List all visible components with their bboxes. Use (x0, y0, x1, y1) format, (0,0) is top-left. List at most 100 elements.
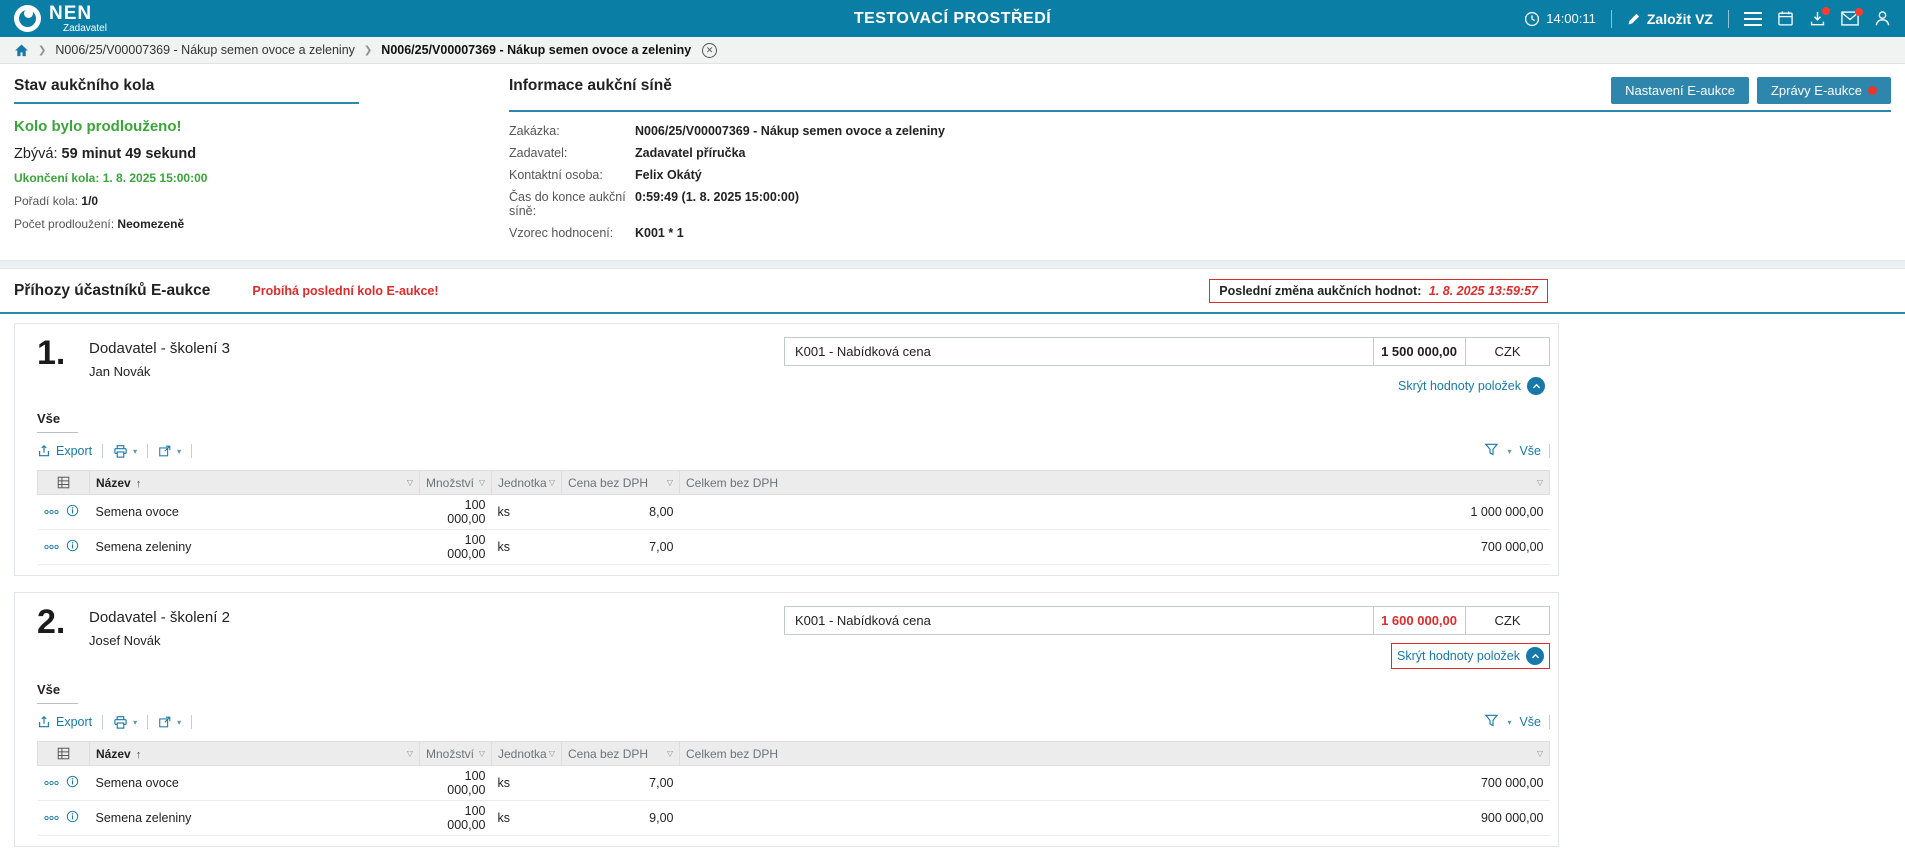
table-row[interactable]: Semena zeleniny 100 000,00 ks 7,00 700 0… (38, 530, 1550, 565)
info-icon[interactable] (66, 504, 79, 520)
hide-values-link[interactable]: Skrýt hodnoty položek (1397, 649, 1520, 663)
edit-icon (1627, 12, 1641, 26)
filter-caret-icon[interactable]: ▽ (667, 749, 673, 758)
filter-caret-icon[interactable]: ▽ (407, 478, 413, 487)
info-panels: Stav aukčního kola Kolo bylo prodlouženo… (0, 64, 1905, 260)
chevron-up-icon[interactable] (1527, 377, 1545, 395)
header-unit[interactable]: Jednotka▽ (492, 471, 562, 495)
eauction-messages-button[interactable]: Zprávy E-aukce (1757, 77, 1891, 104)
cell-unit: ks (492, 530, 562, 565)
home-icon[interactable] (14, 43, 29, 58)
more-options-icon[interactable] (44, 811, 59, 825)
header-name[interactable]: Název↑ ▽ (90, 742, 420, 766)
tab-all[interactable]: Vše (37, 675, 78, 704)
bid-box: K001 - Nabídková cena 1 500 000,00 CZK (784, 337, 1550, 366)
info-icon[interactable] (66, 810, 79, 826)
create-vz-button[interactable]: Založit VZ (1627, 11, 1713, 27)
more-options-icon[interactable] (44, 505, 59, 519)
header-total[interactable]: Celkem bez DPH▽ (680, 471, 1550, 495)
caret-down-icon: ▾ (177, 447, 181, 456)
participant-rank: 1. (37, 337, 89, 398)
cell-total: 700 000,00 (680, 766, 1550, 801)
filter-all-link[interactable]: Vše (1519, 444, 1541, 458)
header-name[interactable]: Název↑ ▽ (90, 471, 420, 495)
user-icon[interactable] (1874, 10, 1891, 27)
participant-rank: 2. (37, 606, 89, 669)
export-button[interactable]: Export (37, 444, 92, 458)
more-options-icon[interactable] (44, 776, 59, 790)
grid-icon (44, 747, 83, 760)
share-button[interactable]: ▾ (158, 444, 181, 458)
tab-all[interactable]: Vše (37, 404, 78, 433)
print-button[interactable]: ▾ (113, 444, 137, 459)
breadcrumb-parent-link[interactable]: N006/25/V00007369 - Nákup semen ovoce a … (55, 43, 355, 57)
chevron-up-icon[interactable] (1526, 647, 1544, 665)
info-row-time-to-end: Čas do konce aukční síně: 0:59:49 (1. 8.… (509, 190, 1891, 218)
menu-icon[interactable] (1744, 12, 1762, 26)
caret-down-icon[interactable]: ▾ (1507, 447, 1511, 456)
divider (1611, 10, 1612, 28)
cell-total: 700 000,00 (680, 530, 1550, 565)
grid-icon (44, 476, 83, 489)
close-icon[interactable]: ✕ (702, 43, 717, 58)
print-button[interactable]: ▾ (113, 715, 137, 730)
filter-caret-icon[interactable]: ▽ (479, 749, 485, 758)
cell-unit: ks (492, 495, 562, 530)
filter-icon[interactable] (1484, 442, 1499, 460)
export-button[interactable]: Export (37, 715, 92, 729)
cell-total: 1 000 000,00 (680, 495, 1550, 530)
notification-badge (1855, 8, 1863, 16)
filter-caret-icon[interactable]: ▽ (1537, 749, 1543, 758)
hide-values-link[interactable]: Skrýt hodnoty položek (1398, 379, 1521, 393)
info-icon[interactable] (66, 539, 79, 555)
notification-badge (1822, 7, 1830, 15)
filter-caret-icon[interactable]: ▽ (549, 478, 555, 487)
filter-all-link[interactable]: Vše (1519, 715, 1541, 729)
table-toolbar: Export ▾ ▾ ▾ Vše (15, 433, 1558, 468)
table-row[interactable]: Semena ovoce 100 000,00 ks 8,00 1 000 00… (38, 495, 1550, 530)
eauction-settings-button[interactable]: Nastavení E-aukce (1611, 77, 1749, 104)
chevron-right-icon: ❯ (364, 45, 372, 56)
round-order-value: 1/0 (81, 194, 98, 208)
filter-caret-icon[interactable]: ▽ (479, 478, 485, 487)
hide-values-toggle[interactable]: Skrýt hodnoty položek (1391, 643, 1550, 669)
filter-caret-icon[interactable]: ▽ (407, 749, 413, 758)
filter-caret-icon[interactable]: ▽ (1537, 478, 1543, 487)
column-chooser-button[interactable] (38, 742, 90, 766)
header-unit-price[interactable]: Cena bez DPH▽ (562, 471, 680, 495)
header-quantity[interactable]: Množství▽ (420, 742, 492, 766)
info-row-evaluation-formula: Vzorec hodnocení: K001 * 1 (509, 226, 1891, 240)
bid-currency: CZK (1466, 337, 1550, 366)
share-button[interactable]: ▾ (158, 715, 181, 729)
filter-caret-icon[interactable]: ▽ (667, 478, 673, 487)
breadcrumb: ❯ N006/25/V00007369 - Nákup semen ovoce … (0, 37, 1905, 64)
info-row-contact-person: Kontaktní osoba: Felix Okátý (509, 168, 1891, 182)
header-unit[interactable]: Jednotka▽ (492, 742, 562, 766)
filter-icon[interactable] (1484, 713, 1499, 731)
table-row[interactable]: Semena ovoce 100 000,00 ks 7,00 700 000,… (38, 766, 1550, 801)
cell-name: Semena ovoce (90, 766, 420, 801)
filter-caret-icon[interactable]: ▽ (549, 749, 555, 758)
calendar-icon[interactable] (1777, 10, 1794, 27)
caret-down-icon: ▾ (133, 718, 137, 727)
more-options-icon[interactable] (44, 540, 59, 554)
caret-down-icon: ▾ (133, 447, 137, 456)
messages-icon[interactable] (1841, 11, 1859, 26)
header-total[interactable]: Celkem bez DPH▽ (680, 742, 1550, 766)
table-row[interactable]: Semena zeleniny 100 000,00 ks 9,00 900 0… (38, 801, 1550, 836)
header-quantity[interactable]: Množství▽ (420, 471, 492, 495)
nen-logo[interactable]: NEN Zadavatel (14, 4, 107, 34)
nen-logo-icon (14, 5, 41, 32)
column-chooser-button[interactable] (38, 471, 90, 495)
header-unit-price[interactable]: Cena bez DPH▽ (562, 742, 680, 766)
caret-down-icon[interactable]: ▾ (1507, 718, 1511, 727)
info-row-contracting-authority: Zadavatel: Zadavatel příručka (509, 146, 1891, 160)
info-icon[interactable] (66, 775, 79, 791)
caret-down-icon: ▾ (177, 718, 181, 727)
downloads-icon[interactable] (1809, 10, 1826, 27)
hide-values-toggle[interactable]: Skrýt hodnoty položek (1393, 374, 1550, 398)
criterion-label: K001 - Nabídková cena (784, 337, 1374, 366)
cell-quantity: 100 000,00 (420, 801, 492, 836)
participant-card-1: 1. Dodavatel - školení 3 Jan Novák K001 … (14, 323, 1559, 576)
sort-asc-icon: ↑ (136, 478, 142, 490)
